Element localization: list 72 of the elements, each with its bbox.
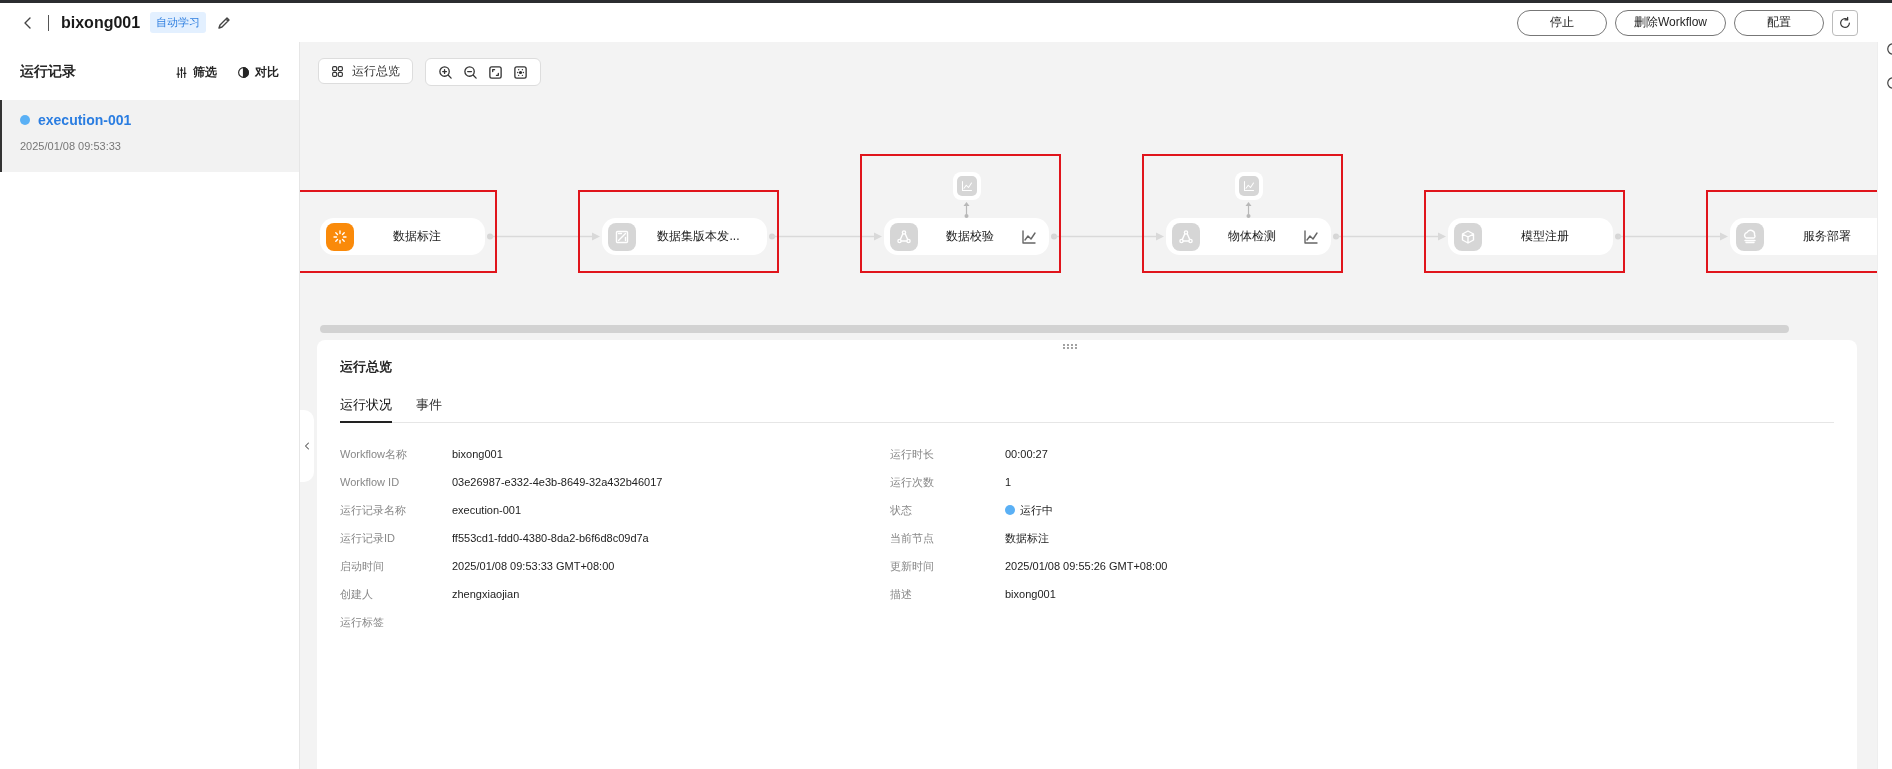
collapse-handle[interactable] <box>300 410 314 482</box>
link-arrow <box>1245 202 1252 218</box>
tab[interactable]: 事件 <box>416 396 442 423</box>
chart-icon <box>1238 176 1259 196</box>
field-label: 运行记录名称 <box>340 502 407 518</box>
field-label: 运行时长 <box>890 446 935 462</box>
field-value: 03e26987-e332-4e3b-8649-32a432b46017 <box>452 476 663 488</box>
header-button[interactable]: 配置 <box>1734 9 1824 36</box>
header-button[interactable]: 删除Workflow <box>1614 9 1726 36</box>
link-arrow <box>963 202 970 218</box>
filter-icon <box>175 65 188 79</box>
field-label: Workflow ID <box>340 476 401 488</box>
node-label: 数据集版本发... <box>656 228 741 245</box>
run-name: execution-001 <box>38 112 132 128</box>
tab[interactable]: 运行状况 <box>340 396 392 423</box>
header-button[interactable]: 停止 <box>1516 9 1607 36</box>
workflow-node[interactable]: 数据标注 <box>320 218 485 255</box>
field-label: 状态 <box>890 502 913 518</box>
workflow-node[interactable]: 数据集版本发... <box>602 218 767 255</box>
chart-icon <box>1303 228 1319 245</box>
drag-handle-icon[interactable] <box>1063 344 1077 349</box>
field-value: 2025/01/08 09:55:26 GMT+08:00 <box>1005 560 1168 572</box>
sidebar-title: 运行记录 <box>20 63 76 81</box>
node-label: 服务部署 <box>1801 228 1852 245</box>
metrics-node[interactable] <box>952 172 981 200</box>
zoom-in-icon[interactable] <box>438 64 453 80</box>
node-label: 模型注册 <box>1519 228 1570 245</box>
field-value: bixong001 <box>452 448 503 460</box>
chart-icon <box>1021 228 1037 245</box>
field-label: 创建人 <box>340 586 374 602</box>
field-label: 运行标签 <box>340 614 385 630</box>
refresh-icon <box>1838 15 1852 30</box>
field-label: 描述 <box>890 586 913 602</box>
grid-icon <box>331 64 344 78</box>
node-label: 数据校验 <box>944 228 995 245</box>
locate-icon[interactable] <box>513 64 528 80</box>
field-label: 更新时间 <box>890 558 935 574</box>
field-label: Workflow名称 <box>340 446 409 462</box>
node-label: 物体检测 <box>1226 228 1277 245</box>
run-time: 2025/01/08 09:53:33 <box>20 140 122 152</box>
field-label: 启动时间 <box>340 558 385 574</box>
workflow-node[interactable]: 物体检测 <box>1166 218 1331 255</box>
field-value: 00:00:27 <box>1005 448 1048 460</box>
field-label: 运行记录ID <box>340 530 396 546</box>
workflow-node[interactable]: 服务部署 <box>1730 218 1877 255</box>
field-value: ff553cd1-fdd0-4380-8da2-b6f6d8c09d7a <box>452 532 649 544</box>
page-title: bixong001 <box>61 13 141 32</box>
workflow-node[interactable]: 模型注册 <box>1448 218 1613 255</box>
overview-button[interactable]: 运行总览 <box>318 58 413 84</box>
horizontal-scrollbar[interactable] <box>320 325 1789 333</box>
sidebar-action[interactable]: 筛选 <box>175 63 217 81</box>
chart-icon <box>956 176 977 196</box>
section-title: 运行总览 <box>340 358 393 376</box>
field-value: 运行中 <box>1020 502 1053 518</box>
field-label: 当前节点 <box>890 530 935 546</box>
run-record-item[interactable]: execution-001 2025/01/08 09:53:33 <box>0 100 299 172</box>
refresh-button[interactable] <box>1832 9 1858 36</box>
field-value: 1 <box>1005 476 1012 488</box>
contrast-icon <box>237 65 250 79</box>
node-label: 数据标注 <box>391 228 442 245</box>
metrics-node[interactable] <box>1234 172 1263 200</box>
field-value: 2025/01/08 09:53:33 GMT+08:00 <box>452 560 615 572</box>
zoom-out-icon[interactable] <box>463 64 478 80</box>
field-value: bixong001 <box>1005 588 1056 600</box>
sidebar-action[interactable]: 对比 <box>237 63 279 81</box>
field-value: 数据标注 <box>1005 530 1049 546</box>
fit-screen-icon[interactable] <box>488 64 503 80</box>
field-value: zhengxiaojian <box>452 588 520 600</box>
field-label: 运行次数 <box>890 474 935 490</box>
field-value: execution-001 <box>452 504 522 516</box>
mode-tag: 自动学习 <box>150 12 207 33</box>
workflow-node[interactable]: 数据校验 <box>884 218 1049 255</box>
